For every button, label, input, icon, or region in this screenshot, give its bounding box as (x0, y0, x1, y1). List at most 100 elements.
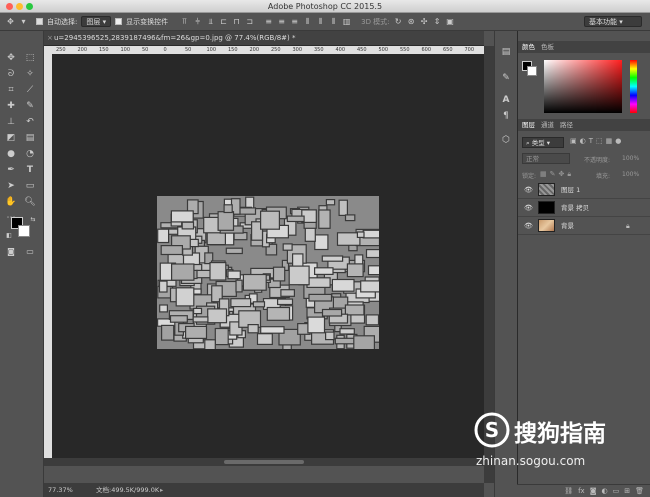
ruler-tick-label: 450 (357, 47, 367, 53)
hue-slider[interactable] (630, 60, 637, 113)
close-window-icon[interactable] (6, 3, 13, 10)
auto-select-checkbox[interactable] (36, 18, 43, 25)
horizontal-scrollbar[interactable] (44, 458, 484, 466)
options-bar: ✥ ▾ 自动选择: 图层 ▾ 显示变换控件 ⫪ ⫩ ⫫ ⊏ ⊓ ⊐ ≡ ≡ ≡ … (0, 13, 650, 31)
watermark-brand: 搜狗指南 (514, 421, 606, 447)
eraser-tool-icon[interactable]: ◩ (4, 131, 18, 145)
document-tab[interactable]: × u=2945396525,2839187496&fm=26&gp=0.jpg… (44, 31, 484, 46)
auto-align-icon[interactable]: ▥ (342, 17, 351, 26)
visibility-eye-icon[interactable]: 👁︎ (524, 181, 533, 199)
align-left-icon[interactable]: ⊏ (219, 17, 228, 26)
hand-tool-icon[interactable]: ✋ (4, 195, 18, 209)
ruler-tick-label: 150 (99, 47, 109, 53)
visibility-eye-icon[interactable]: 👁︎ (524, 199, 533, 217)
zoom-tool-icon[interactable]: 🔍︎ (23, 195, 37, 209)
layer-filter-dropdown[interactable]: ⌕ 类型 ▾ (522, 137, 564, 148)
zoom-level[interactable]: 77.37% (48, 483, 73, 497)
background-color-chip[interactable] (527, 66, 537, 76)
brush-presets-icon[interactable]: ✎ (499, 71, 513, 85)
blur-tool-icon[interactable]: ● (4, 147, 18, 161)
paragraph-panel-icon[interactable]: ¶ (499, 109, 513, 123)
3d-slide-icon[interactable]: ⇕ (433, 17, 442, 26)
new-group-icon[interactable]: ▭ (613, 487, 620, 495)
link-layers-icon[interactable]: ⛓ (564, 487, 573, 495)
chevron-down-icon[interactable]: ▾ (19, 17, 28, 26)
align-top-icon[interactable]: ⫪ (180, 17, 189, 26)
status-menu-icon[interactable]: ▸ (160, 483, 163, 497)
add-mask-icon[interactable]: ◙ (590, 487, 597, 495)
3d-panel-icon[interactable]: ⬡ (499, 133, 513, 147)
brush-tool-icon[interactable]: ✎ (23, 99, 37, 113)
character-panel-icon[interactable]: A (499, 93, 513, 107)
layer-row[interactable]: 👁︎ 背景 拷贝 (518, 199, 650, 217)
history-brush-tool-icon[interactable]: ↶ (23, 115, 37, 129)
show-transform-checkbox[interactable] (115, 18, 123, 25)
minimize-window-icon[interactable] (16, 3, 23, 10)
layer-filter-icons[interactable]: ▣◐T⬚▦● (570, 137, 624, 145)
healing-brush-tool-icon[interactable]: ✚ (4, 99, 18, 113)
color-field[interactable] (544, 60, 622, 113)
magic-wand-tool-icon[interactable]: ✧ (23, 67, 37, 81)
eyedropper-tool-icon[interactable]: ⟋ (23, 83, 37, 97)
history-panel-icon[interactable]: ▤ (499, 45, 513, 59)
align-bottom-icon[interactable]: ⫫ (206, 17, 215, 26)
3d-pan-icon[interactable]: ✣ (420, 17, 429, 26)
path-selection-tool-icon[interactable]: ➤ (4, 179, 18, 193)
blend-mode-dropdown[interactable]: 正常 (522, 153, 570, 164)
scrollbar-thumb[interactable] (224, 460, 304, 464)
lasso-tool-icon[interactable]: ᘐ (4, 67, 18, 81)
layer-row[interactable]: 👁︎ 背景 🔒︎ (518, 217, 650, 235)
opacity-value[interactable]: 100% (622, 155, 639, 162)
layer-row[interactable]: 👁︎ 图层 1 (518, 181, 650, 199)
new-layer-icon[interactable]: ⊞ (624, 487, 630, 495)
ruler-vertical[interactable] (44, 46, 52, 458)
dodge-tool-icon[interactable]: ◔ (23, 147, 37, 161)
distribute-vcenter-icon[interactable]: ≡ (277, 17, 286, 26)
embossed-stone-image[interactable] (157, 196, 392, 355)
crop-tool-icon[interactable]: ⌗ (4, 83, 18, 97)
swap-colors-icon[interactable]: ⇆ (26, 213, 40, 227)
move-tool-icon[interactable]: ✥ (6, 17, 15, 26)
3d-orbit-icon[interactable]: ↻ (394, 17, 403, 26)
adjustment-layer-icon[interactable]: ◐ (602, 487, 608, 495)
pen-tool-icon[interactable]: ✒ (4, 163, 18, 177)
move-tool-icon[interactable]: ✥ (4, 51, 18, 65)
color-panel-tabs: 颜色 色板 (518, 41, 650, 53)
gradient-tool-icon[interactable]: ▤ (23, 131, 37, 145)
zoom-window-icon[interactable] (26, 3, 33, 10)
close-tab-icon[interactable]: × (47, 31, 53, 46)
tab-color[interactable]: 颜色 (522, 41, 535, 53)
distribute-top-icon[interactable]: ≡ (264, 17, 273, 26)
type-tool-icon[interactable]: T (23, 163, 37, 177)
clone-stamp-tool-icon[interactable]: ⊥ (4, 115, 18, 129)
tab-paths[interactable]: 路径 (560, 119, 573, 131)
workspace-dropdown[interactable]: 基本功能 ▾ (584, 16, 642, 27)
align-right-icon[interactable]: ⊐ (245, 17, 254, 26)
rectangle-tool-icon[interactable]: ▭ (23, 179, 37, 193)
screen-mode-icon[interactable]: ▭ (23, 245, 37, 259)
distribute-bottom-icon[interactable]: ≡ (290, 17, 299, 26)
3d-scale-icon[interactable]: ▣ (446, 17, 455, 26)
delete-layer-icon[interactable]: 🗑︎ (635, 487, 644, 495)
distribute-hcenter-icon[interactable]: ⦀ (316, 17, 325, 26)
distribute-right-icon[interactable]: ⦀ (329, 17, 338, 26)
align-vcenter-icon[interactable]: ⫩ (193, 17, 202, 26)
tab-channels[interactable]: 通道 (541, 119, 554, 131)
quick-mask-icon[interactable]: ◙ (4, 245, 18, 259)
marquee-tool-icon[interactable]: ⬚ (23, 51, 37, 65)
auto-select-dropdown[interactable]: 图层 ▾ (81, 16, 112, 27)
lock-icons[interactable]: ▦✎✥🔒︎ (540, 170, 574, 179)
filter-kind-value: 类型 (531, 139, 545, 147)
3d-roll-icon[interactable]: ⊛ (407, 17, 416, 26)
layer-style-icon[interactable]: fx (578, 487, 585, 495)
tab-layers[interactable]: 图层 (522, 119, 535, 131)
ruler-horizontal[interactable]: 250 200 150 100 50 0 50 100 150 200 250 300 350 400 45… (52, 46, 484, 54)
tab-swatches[interactable]: 色板 (541, 41, 554, 53)
layers-panel-footer: ⛓ fx ◙ ◐ ▭ ⊞ 🗑︎ (517, 484, 650, 497)
layer-name: 背景 (561, 222, 574, 230)
align-hcenter-icon[interactable]: ⊓ (232, 17, 241, 26)
visibility-eye-icon[interactable]: 👁︎ (524, 217, 533, 235)
distribute-left-icon[interactable]: ⦀ (303, 17, 312, 26)
default-colors-icon[interactable]: ◧ (2, 229, 16, 243)
fill-value[interactable]: 100% (622, 171, 639, 178)
